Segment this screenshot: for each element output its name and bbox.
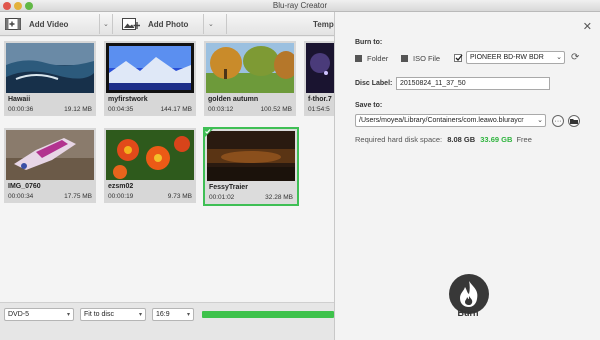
media-duration: 00:04:35 bbox=[108, 106, 134, 113]
media-duration: 00:01:02 bbox=[209, 194, 235, 201]
toolbar-divider bbox=[112, 14, 113, 34]
media-tile-img-0760[interactable]: IMG_0760 00:00:34 17.75 MB bbox=[4, 128, 96, 203]
template-label: Temp bbox=[313, 19, 334, 29]
video-thumbnail bbox=[6, 130, 94, 180]
media-size: 100.52 MB bbox=[260, 106, 292, 113]
video-thumbnail bbox=[6, 43, 94, 93]
free-label: Free bbox=[516, 135, 532, 144]
media-name: ezsm02 bbox=[108, 183, 134, 190]
disc-label-value: 20150824_11_37_50 bbox=[400, 80, 466, 87]
add-video-dropdown-icon[interactable]: ⌄ bbox=[103, 12, 109, 36]
refresh-icon[interactable]: ⟳ bbox=[571, 52, 579, 63]
media-tile-golden-autumn[interactable]: golden autumn 00:03:12 100.52 MB bbox=[204, 41, 296, 116]
add-photo-label: Add Photo bbox=[148, 19, 189, 29]
burn-to-label: Burn to: bbox=[355, 39, 383, 46]
space-required-value: 8.08 GB bbox=[447, 135, 476, 144]
media-tile-hawaii[interactable]: Hawaii 00:00:36 19.12 MB bbox=[4, 41, 96, 116]
toolbar-divider bbox=[226, 14, 227, 34]
video-thumbnail bbox=[306, 43, 334, 93]
checkbox bbox=[401, 55, 408, 62]
disc-label-label: Disc Label: bbox=[355, 80, 393, 87]
disk-space-label: Required hard disk space: bbox=[355, 135, 443, 144]
folder-icon bbox=[570, 119, 578, 124]
media-size: 9.73 MB bbox=[167, 193, 192, 200]
folder-option[interactable]: Folder bbox=[355, 54, 388, 63]
check-icon bbox=[455, 54, 463, 61]
media-tile-ezsm02[interactable]: ezsm02 00:00:19 9.73 MB bbox=[104, 128, 196, 203]
video-thumbnail bbox=[207, 131, 295, 181]
drive-option[interactable] bbox=[454, 54, 463, 62]
disc-usage-fill bbox=[202, 311, 334, 318]
chevron-down-icon: ▾ bbox=[186, 312, 190, 318]
bottom-bar: DVD-5 ▾ Fit to disc ▾ 16:9 ▾ bbox=[0, 302, 334, 340]
open-folder-button[interactable] bbox=[568, 115, 580, 127]
media-grid: Hawaii 00:00:36 19.12 MB myfirstwork 00:… bbox=[0, 37, 334, 302]
selected-check-icon bbox=[204, 128, 214, 138]
close-icon[interactable]: ✕ bbox=[583, 20, 592, 33]
toolbar-divider bbox=[99, 14, 100, 34]
window-title: Blu-ray Creator bbox=[272, 1, 328, 10]
add-photo-icon bbox=[122, 17, 140, 30]
drive-select[interactable]: PIONEER BD-RW BDR ⌄ bbox=[466, 51, 565, 64]
space-free-value: 33.69 GB bbox=[480, 135, 513, 144]
aspect-ratio-value: 16:9 bbox=[156, 311, 170, 318]
save-path-value: /Users/moyea/Library/Containers/com.leaw… bbox=[359, 117, 524, 124]
chevron-down-icon: ⌄ bbox=[556, 54, 562, 61]
chevron-down-icon: ▾ bbox=[66, 312, 70, 318]
burn-settings-panel: ✕ Burn to: Folder ISO File PIONEER BD-RW… bbox=[334, 12, 600, 340]
add-photo-button[interactable]: Add Photo bbox=[122, 12, 188, 36]
media-tile-fessytraier[interactable]: FessyTraier 00:01:02 32.28 MB bbox=[203, 127, 299, 206]
template-button[interactable]: Temp bbox=[313, 12, 334, 36]
fit-select[interactable]: Fit to disc ▾ bbox=[80, 308, 146, 321]
disc-type-value: DVD-5 bbox=[8, 311, 30, 318]
save-to-label: Save to: bbox=[355, 102, 383, 109]
add-video-button[interactable]: Add Video bbox=[5, 12, 68, 36]
disk-space-info: Required hard disk space: 8.08 GB 33.69 … bbox=[355, 135, 532, 144]
checkbox bbox=[355, 55, 362, 62]
title-bar: Blu-ray Creator bbox=[0, 0, 600, 12]
media-duration: 01:54:5 bbox=[308, 106, 330, 113]
folder-label: Folder bbox=[367, 54, 389, 63]
add-video-icon bbox=[5, 18, 21, 30]
disc-label-input[interactable]: 20150824_11_37_50 bbox=[396, 77, 550, 90]
add-photo-dropdown-icon[interactable]: ⌄ bbox=[208, 12, 214, 36]
checkbox-checked bbox=[454, 54, 463, 62]
toolbar-divider bbox=[203, 14, 204, 34]
media-name: golden autumn bbox=[208, 96, 259, 103]
ellipsis-icon: ··· bbox=[554, 117, 562, 125]
iso-file-label: ISO File bbox=[413, 54, 441, 63]
add-video-label: Add Video bbox=[29, 19, 69, 29]
media-duration: 00:00:36 bbox=[8, 106, 34, 113]
media-name: IMG_0760 bbox=[8, 183, 41, 190]
media-name: Hawaii bbox=[8, 96, 31, 103]
media-name: myfirstwork bbox=[108, 96, 148, 103]
video-thumbnail bbox=[206, 43, 294, 93]
media-name: FessyTraier bbox=[209, 184, 248, 191]
media-tile-f-thor[interactable]: f-thor.7 01:54:5 bbox=[304, 41, 334, 116]
video-thumbnail bbox=[106, 130, 194, 180]
media-size: 17.75 MB bbox=[64, 193, 92, 200]
media-size: 32.28 MB bbox=[265, 194, 293, 201]
media-size: 144.17 MB bbox=[160, 106, 192, 113]
iso-file-option[interactable]: ISO File bbox=[401, 54, 440, 63]
burn-label: Burn bbox=[457, 308, 479, 318]
media-name: f-thor.7 bbox=[308, 96, 332, 103]
save-path-select[interactable]: /Users/moyea/Library/Containers/com.leaw… bbox=[355, 114, 546, 127]
video-thumbnail bbox=[106, 43, 194, 93]
media-size: 19.12 MB bbox=[64, 106, 92, 113]
chevron-down-icon: ⌄ bbox=[537, 116, 543, 124]
media-duration: 00:03:12 bbox=[208, 106, 234, 113]
media-duration: 00:00:34 bbox=[8, 193, 34, 200]
aspect-ratio-select[interactable]: 16:9 ▾ bbox=[152, 308, 194, 321]
media-tile-myfirstwork[interactable]: myfirstwork 00:04:35 144.17 MB bbox=[104, 41, 196, 116]
disc-type-select[interactable]: DVD-5 ▾ bbox=[4, 308, 74, 321]
media-duration: 00:00:19 bbox=[108, 193, 134, 200]
disc-usage-bar bbox=[202, 311, 334, 318]
more-options-button[interactable]: ··· bbox=[552, 115, 564, 127]
chevron-down-icon: ▾ bbox=[138, 312, 142, 318]
drive-value: PIONEER BD-RW BDR bbox=[470, 54, 544, 61]
fit-value: Fit to disc bbox=[84, 311, 114, 318]
